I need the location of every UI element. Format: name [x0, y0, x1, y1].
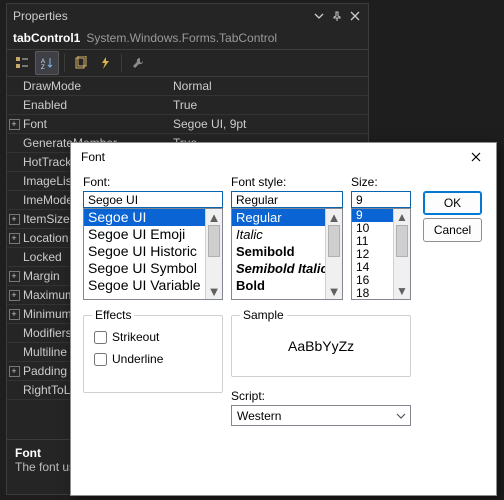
- categorized-button[interactable]: [11, 52, 33, 74]
- properties-title: Properties: [13, 9, 310, 23]
- dialog-title: Font: [81, 150, 462, 164]
- effects-group: Effects Strikeout Underline: [83, 315, 223, 393]
- style-list[interactable]: RegularItalicSemiboldSemibold ItalicBold…: [231, 208, 343, 300]
- property-name: Enabled: [21, 96, 169, 114]
- strikeout-checkbox[interactable]: Strikeout: [94, 330, 159, 344]
- wrench-button[interactable]: [127, 52, 149, 74]
- list-item[interactable]: Segoe UI Variable: [84, 277, 222, 294]
- size-list[interactable]: 9101112141618 ▲ ▼: [351, 208, 411, 300]
- expand-icon[interactable]: +: [9, 271, 20, 282]
- scroll-down-icon[interactable]: ▼: [394, 283, 410, 299]
- font-label: Font:: [83, 175, 110, 189]
- object-selector[interactable]: tabControl1 System.Windows.Forms.TabCont…: [7, 26, 368, 49]
- expand-icon[interactable]: +: [9, 233, 20, 244]
- style-label: Font style:: [231, 175, 286, 189]
- style-input[interactable]: [231, 191, 343, 208]
- expand-gutter[interactable]: +: [7, 362, 21, 380]
- expand-gutter: [7, 191, 21, 209]
- property-row[interactable]: +FontSegoe UI, 9pt: [7, 115, 368, 134]
- scroll-down-icon[interactable]: ▼: [206, 283, 222, 299]
- strikeout-input[interactable]: [94, 331, 107, 344]
- script-combo[interactable]: Western: [231, 405, 411, 426]
- scroll-up-icon[interactable]: ▲: [206, 209, 222, 225]
- property-row[interactable]: DrawModeNormal: [7, 77, 368, 96]
- property-value[interactable]: True: [169, 96, 368, 114]
- strikeout-label: Strikeout: [112, 330, 159, 344]
- underline-label: Underline: [112, 352, 163, 366]
- effects-label: Effects: [92, 308, 134, 322]
- expand-gutter: [7, 77, 21, 95]
- svg-text:Z: Z: [41, 65, 45, 70]
- chevron-down-icon: [392, 411, 410, 421]
- dialog-close-button[interactable]: [462, 146, 490, 168]
- expand-gutter[interactable]: +: [7, 229, 21, 247]
- size-input[interactable]: [351, 191, 411, 208]
- expand-gutter[interactable]: +: [7, 115, 21, 133]
- list-item[interactable]: Segoe UI Symbol: [84, 260, 222, 277]
- font-list[interactable]: Segoe UISegoe UI EmojiSegoe UI HistoricS…: [83, 208, 223, 300]
- list-item[interactable]: Segoe UI: [84, 209, 222, 226]
- scroll-thumb[interactable]: [328, 225, 340, 257]
- property-name: Font: [21, 115, 169, 133]
- expand-gutter: [7, 343, 21, 361]
- expand-icon[interactable]: +: [9, 309, 20, 320]
- scrollbar[interactable]: ▲ ▼: [393, 209, 410, 299]
- properties-toolbar: AZ: [7, 49, 368, 77]
- expand-gutter: [7, 172, 21, 190]
- expand-gutter[interactable]: +: [7, 267, 21, 285]
- cancel-button[interactable]: Cancel: [423, 218, 482, 242]
- property-value[interactable]: Segoe UI, 9pt: [169, 115, 368, 133]
- expand-gutter: [7, 96, 21, 114]
- list-item[interactable]: Segoe UI Historic: [84, 243, 222, 260]
- scrollbar[interactable]: ▲ ▼: [325, 209, 342, 299]
- expand-gutter[interactable]: +: [7, 305, 21, 323]
- expand-gutter: [7, 381, 21, 399]
- expand-gutter: [7, 248, 21, 266]
- expand-icon[interactable]: +: [9, 214, 20, 225]
- underline-input[interactable]: [94, 353, 107, 366]
- scroll-up-icon[interactable]: ▲: [394, 209, 410, 225]
- expand-gutter[interactable]: +: [7, 286, 21, 304]
- property-value[interactable]: Normal: [169, 77, 368, 95]
- dialog-titlebar[interactable]: Font: [71, 143, 496, 171]
- font-dialog: Font Font: Segoe UISegoe UI EmojiSegoe U…: [70, 142, 497, 496]
- ok-button[interactable]: OK: [423, 191, 482, 215]
- scrollbar[interactable]: ▲ ▼: [205, 209, 222, 299]
- underline-checkbox[interactable]: Underline: [94, 352, 163, 366]
- scroll-up-icon[interactable]: ▲: [326, 209, 342, 225]
- object-name: tabControl1: [13, 31, 80, 45]
- pin-icon[interactable]: [328, 8, 346, 24]
- dropdown-icon[interactable]: [310, 8, 328, 24]
- expand-icon[interactable]: +: [9, 366, 20, 377]
- close-icon[interactable]: [346, 8, 364, 24]
- size-label: Size:: [351, 175, 378, 189]
- properties-titlebar[interactable]: Properties: [7, 4, 368, 26]
- events-button[interactable]: [94, 52, 116, 74]
- font-input[interactable]: [83, 191, 223, 208]
- expand-gutter: [7, 153, 21, 171]
- scroll-thumb[interactable]: [396, 225, 408, 257]
- alphabetical-button[interactable]: AZ: [35, 51, 59, 75]
- expand-icon[interactable]: +: [9, 290, 20, 301]
- property-pages-button[interactable]: [70, 52, 92, 74]
- sample-label: Sample: [240, 308, 287, 322]
- list-item[interactable]: Segoe UI Emoji: [84, 226, 222, 243]
- sample-group: Sample AaBbYyZz: [231, 315, 411, 377]
- scroll-down-icon[interactable]: ▼: [326, 283, 342, 299]
- script-label: Script:: [231, 389, 265, 403]
- property-name: DrawMode: [21, 77, 169, 95]
- scroll-thumb[interactable]: [208, 225, 220, 257]
- script-value: Western: [232, 409, 392, 423]
- expand-gutter[interactable]: +: [7, 210, 21, 228]
- expand-gutter: [7, 324, 21, 342]
- expand-icon[interactable]: +: [9, 119, 20, 130]
- expand-gutter: [7, 134, 21, 152]
- sample-text: AaBbYyZz: [288, 338, 354, 354]
- property-row[interactable]: EnabledTrue: [7, 96, 368, 115]
- object-type: System.Windows.Forms.TabControl: [86, 31, 277, 45]
